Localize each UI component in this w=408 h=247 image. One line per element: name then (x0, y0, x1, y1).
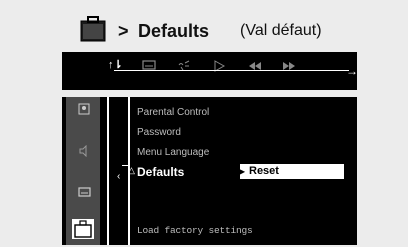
breadcrumb-arrow: > (118, 21, 129, 41)
page-title: Defaults (138, 21, 210, 41)
category-sidebar (66, 97, 100, 245)
menu-item-parental-control[interactable]: Parental Control (137, 107, 209, 118)
menu-item-password[interactable]: Password (137, 127, 181, 138)
subtitle-settings-icon[interactable] (78, 187, 91, 199)
settings-panel: ‹ △ Parental Control Password Menu Langu… (62, 97, 357, 245)
menu-item-menu-language[interactable]: Menu Language (137, 147, 209, 158)
top-menu-bar: ↑⇂ → (62, 52, 358, 90)
reset-label: Reset (249, 165, 279, 177)
help-text: Load factory settings (137, 225, 253, 236)
selection-arrow-icon: ▶ (239, 167, 246, 176)
guide-arrow-icon: → (346, 64, 358, 78)
page-subtitle: (Val défaut) (240, 22, 322, 39)
briefcase-icon (80, 16, 106, 42)
speaker-icon[interactable] (78, 145, 90, 157)
picture-icon[interactable] (78, 103, 90, 115)
divider-line (107, 97, 109, 245)
menu-item-defaults[interactable]: Defaults (137, 165, 184, 179)
left-arrow-icon: ‹ (117, 171, 121, 182)
menu-guide-line (114, 70, 349, 71)
up-arrow-icon: △ (128, 165, 135, 175)
briefcase-icon[interactable] (72, 219, 94, 239)
